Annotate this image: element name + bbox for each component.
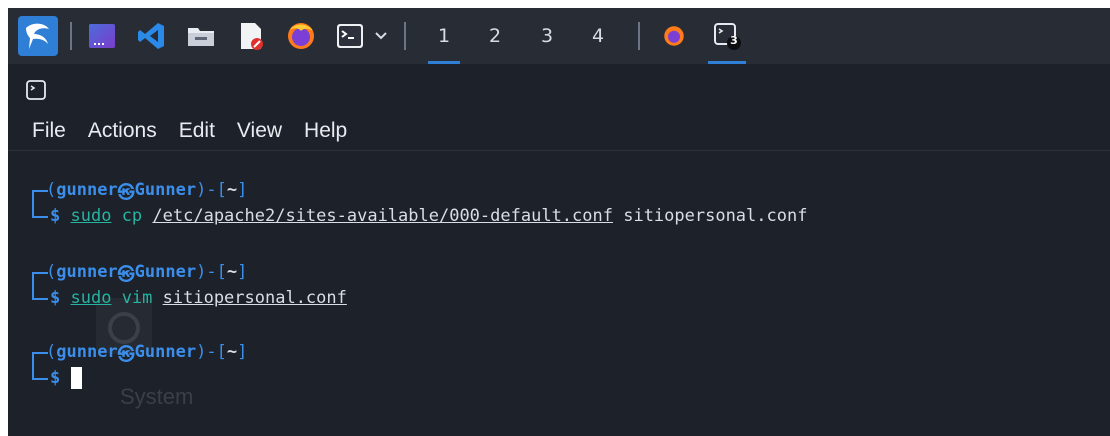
menu-help[interactable]: Help [293,119,358,143]
file-manager-launcher[interactable] [180,8,222,64]
command-line: $ sudo cp /etc/apache2/sites-available/0… [50,204,807,228]
prompt-block: (gunner ㉿ Gunner)-[~] $ [8,340,1110,404]
prompt-close: )-[ [196,262,227,282]
prompt-directory: ~ [226,262,238,282]
terminal-app-icon [26,80,46,100]
menubar-divider [8,150,1110,151]
top-taskbar: 1 2 3 4 3 [8,8,1110,64]
firefox-launcher[interactable] [280,8,322,64]
prompt-user: gunner [56,342,118,362]
firefox-window-icon [664,26,684,46]
taskbar-separator [70,22,72,50]
terminal-launcher[interactable] [330,8,370,64]
prompt-dollar: $ [50,368,61,388]
desktop-screen: 1 2 3 4 3 File Actions Edit View Help Sy… [8,8,1110,436]
text-editor-icon [241,23,263,50]
text-cursor [70,367,82,389]
prompt-end: ] [237,342,248,362]
workspace-4[interactable]: 4 [576,8,620,64]
menu-file[interactable]: File [8,119,77,143]
workspace-3[interactable]: 3 [525,8,569,64]
prompt-close: )-[ [196,342,227,362]
prompt-user: gunner [56,262,118,282]
prompt-header: (gunner ㉿ Gunner)-[~] [46,178,248,203]
prompt-block: (gunner ㉿ Gunner)-[~] $ sudo vim sitiopers… [8,260,1110,324]
show-desktop-button[interactable] [82,8,122,64]
command-line[interactable]: $ [50,366,82,390]
prompt-open: ( [46,342,57,362]
prompt-user: gunner [56,180,118,200]
menu-edit[interactable]: Edit [168,119,226,143]
prompt-bracket [32,204,48,218]
prompt-end: ] [237,180,248,200]
window-count-badge: 3 [730,34,738,47]
workspace-1[interactable]: 1 [422,8,466,64]
prompt-header: (gunner ㉿ Gunner)-[~] [46,340,248,365]
firefox-window-button[interactable] [652,8,696,64]
prompt-at-symbol: ㉿ [117,264,135,285]
terminal-icon [337,24,363,48]
command-arg: sitiopersonal.conf [612,206,808,226]
prompt-dollar: $ [50,206,61,226]
command-path: sitiopersonal.conf [162,288,347,308]
prompt-at-symbol: ㉿ [117,182,135,203]
terminal-window-button[interactable]: 3 [702,8,752,64]
prompt-open: ( [46,262,57,282]
prompt-block: (gunner ㉿ Gunner)-[~] $ sudo cp /etc/apach… [8,178,1110,242]
menu-view[interactable]: View [226,119,293,143]
prompt-directory: ~ [226,342,238,362]
terminal-titlebar [8,74,1110,104]
prompt-host: Gunner [134,342,197,362]
terminal-menubar: File Actions Edit View Help [8,112,1110,150]
kali-dragon-icon [18,16,58,56]
kali-menu-button[interactable] [12,8,64,64]
workspace-2[interactable]: 2 [473,8,517,64]
prompt-close: )-[ [196,180,227,200]
command-path: /etc/apache2/sites-available/000-default… [152,206,613,226]
command-name: sudo [70,206,112,226]
firefox-icon [288,23,314,49]
terminal-launcher-dropdown[interactable] [370,8,392,64]
terminal-output[interactable]: System (gunner ㉿ Gunner)-[~] $ sudo cp /et… [8,178,1110,436]
prompt-end: ] [237,262,248,282]
prompt-bracket [32,286,48,300]
prompt-header: (gunner ㉿ Gunner)-[~] [46,260,248,285]
vscode-launcher[interactable] [130,8,172,64]
chevron-down-icon [375,32,387,40]
desktop-icon [89,24,115,48]
command-arg: vim [111,288,163,308]
prompt-open: ( [46,180,57,200]
taskbar-separator [404,22,406,50]
vscode-icon [138,23,164,49]
prompt-directory: ~ [226,180,238,200]
prompt-dollar: $ [50,288,61,308]
command-name: sudo [70,288,112,308]
folder-icon [188,28,214,46]
prompt-bracket [32,366,48,380]
text-editor-launcher[interactable] [230,8,272,64]
command-line: $ sudo vim sitiopersonal.conf [50,286,347,310]
taskbar-separator [638,22,640,50]
menu-actions[interactable]: Actions [77,119,168,143]
prompt-host: Gunner [134,262,197,282]
command-arg: cp [111,206,153,226]
prompt-at-symbol: ㉿ [117,344,135,365]
prompt-host: Gunner [134,180,197,200]
